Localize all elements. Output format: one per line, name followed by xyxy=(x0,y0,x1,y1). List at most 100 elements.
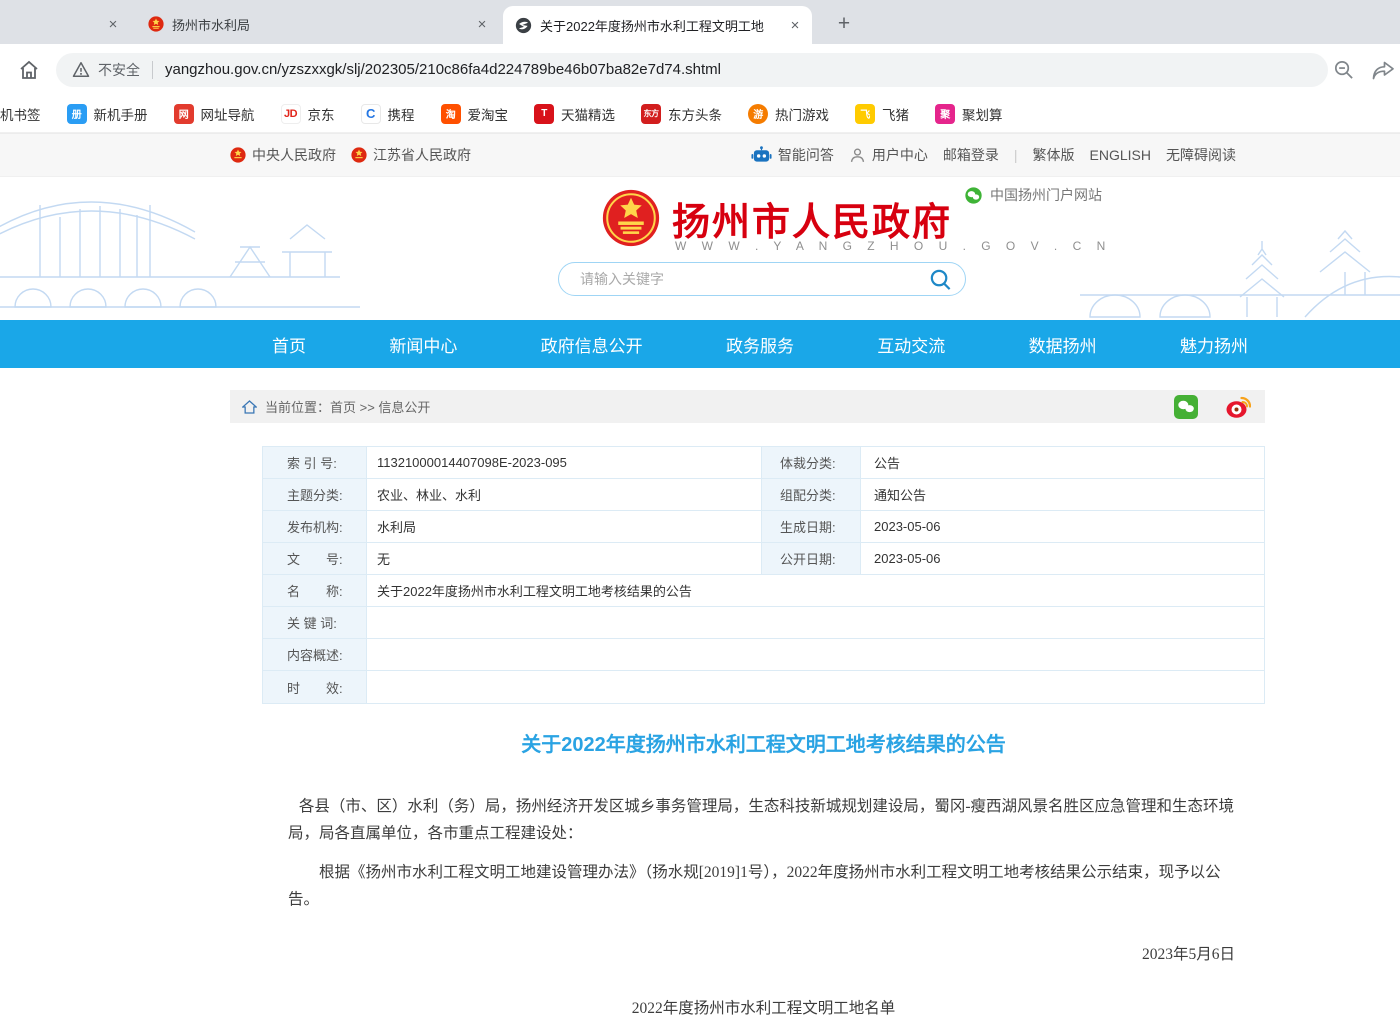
bookmark-juhuasuan[interactable]: 聚聚划算 xyxy=(935,104,1003,124)
english-version-link[interactable]: ENGLISH xyxy=(1090,147,1151,163)
meta-value-issuer: 水利局 xyxy=(367,511,761,542)
user-icon xyxy=(849,147,866,164)
tab-close-icon[interactable]: × xyxy=(786,16,804,34)
nav-news[interactable]: 新闻中心 xyxy=(389,332,457,357)
taobao-icon: 淘 xyxy=(441,104,461,124)
meta-label: 公开日期: xyxy=(761,543,861,574)
meta-value-doc-number: 无 xyxy=(367,543,761,574)
nav-data-yangzhou[interactable]: 数据扬州 xyxy=(1029,332,1097,357)
home-icon[interactable] xyxy=(12,53,46,87)
breadcrumb: 当前位置：首页 >> 信息公开 xyxy=(230,390,1265,423)
tab-close-icon[interactable]: × xyxy=(473,15,491,33)
bookmark-mobile[interactable]: 机书签 xyxy=(0,104,41,124)
bookmark-label: 飞猪 xyxy=(882,104,909,124)
tab-active-notice[interactable]: 关于2022年度扬州市水利工程文明工地 × xyxy=(503,6,812,44)
bookmark-tmall[interactable]: T天猫精选 xyxy=(534,104,615,124)
link-label: 中央人民政府 xyxy=(252,145,336,165)
link-label: 繁体版 xyxy=(1033,145,1075,165)
bookmark-dftt[interactable]: 东方东方头条 xyxy=(641,104,722,124)
ctrip-icon: C xyxy=(361,104,381,124)
not-secure-warning-icon[interactable] xyxy=(72,61,90,78)
meta-value-genre: 公告 xyxy=(861,447,1264,478)
bookmark-manual[interactable]: 册新机手册 xyxy=(67,104,148,124)
bookmark-jd[interactable]: JD京东 xyxy=(281,104,335,124)
wechat-portal-icon xyxy=(965,187,982,204)
link-label: 智能问答 xyxy=(778,145,834,165)
nav-charming-yangzhou[interactable]: 魅力扬州 xyxy=(1180,332,1248,357)
table-row: 名 称: 关于2022年度扬州市水利工程文明工地考核结果的公告 xyxy=(263,575,1264,607)
browser-tab-bar: × 扬州市水利局 × 关于2022年度扬州市水利工程文明工地 × + xyxy=(0,0,1400,44)
weibo-share-icon[interactable] xyxy=(1225,395,1251,419)
bookmark-ctrip[interactable]: C携程 xyxy=(361,104,415,124)
bookmark-site-nav[interactable]: 网网址导航 xyxy=(174,104,255,124)
site-domain: W W W . Y A N G Z H O U . G O V . C N xyxy=(675,239,1111,253)
table-row: 发布机构: 水利局 生成日期: 2023-05-06 xyxy=(263,511,1264,543)
page-url[interactable]: yangzhou.gov.cn/yzszxxgk/slj/202305/210c… xyxy=(165,61,721,78)
breadcrumb-text[interactable]: 当前位置：首页 >> 信息公开 xyxy=(265,397,430,416)
mail-login-link[interactable]: 邮箱登录 xyxy=(943,145,999,165)
table-row: 主题分类: 农业、林业、水利 组配分类: 通知公告 xyxy=(263,479,1264,511)
tab-title: 扬州市水利局 xyxy=(172,15,465,34)
tab-close-icon[interactable]: × xyxy=(104,15,122,33)
meta-value-validity xyxy=(367,671,1264,703)
meta-label: 体裁分类: xyxy=(761,447,861,478)
wechat-share-icon[interactable] xyxy=(1174,395,1198,419)
site-header-banner: 扬州市人民政府 W W W . Y A N G Z H O U . G O V … xyxy=(0,177,1400,320)
meta-label: 名 称: xyxy=(263,575,367,606)
article-body: 关于2022年度扬州市水利工程文明工地考核结果的公告 各县（市、区）水利（务）局… xyxy=(262,728,1265,1018)
bookmark-label: 新机手册 xyxy=(94,104,148,124)
breadcrumb-home-icon[interactable] xyxy=(242,400,257,414)
bookmark-fliggy[interactable]: 飞飞猪 xyxy=(855,104,909,124)
user-center-link[interactable]: 用户中心 xyxy=(849,145,928,165)
meta-label: 内容概述: xyxy=(263,639,367,670)
nav-interaction[interactable]: 互动交流 xyxy=(877,332,945,357)
article-title: 关于2022年度扬州市水利工程文明工地考核结果的公告 xyxy=(262,728,1265,757)
meta-value-created-date: 2023-05-06 xyxy=(861,511,1264,542)
link-jiangsu-gov[interactable]: 江苏省人民政府 xyxy=(351,145,471,165)
nav-services[interactable]: 政务服务 xyxy=(726,332,794,357)
jd-icon: JD xyxy=(281,104,301,124)
share-icon[interactable] xyxy=(1371,59,1396,81)
site-favicon xyxy=(515,17,532,34)
search-input[interactable] xyxy=(580,271,925,287)
bookmarks-bar: 机书签 册新机手册 网网址导航 JD京东 C携程 淘爱淘宝 T天猫精选 东方东方… xyxy=(0,95,1400,133)
tab-shuiliju[interactable]: 扬州市水利局 × xyxy=(132,6,501,42)
juhuasuan-icon: 聚 xyxy=(935,104,955,124)
main-navigation: 首页 新闻中心 政府信息公开 政务服务 互动交流 数据扬州 魅力扬州 xyxy=(0,320,1400,368)
accessibility-link[interactable]: 无障碍阅读 xyxy=(1166,145,1236,165)
bookmark-label: 热门游戏 xyxy=(775,104,829,124)
bookmark-aitaobao[interactable]: 淘爱淘宝 xyxy=(441,104,509,124)
page-content: 当前位置：首页 >> 信息公开 索 引 号: 11321000014407098… xyxy=(0,368,1400,997)
link-central-gov[interactable]: 中央人民政府 xyxy=(230,145,336,165)
fliggy-icon: 飞 xyxy=(855,104,875,124)
document-meta-table: 索 引 号: 11321000014407098E-2023-095 体裁分类:… xyxy=(262,446,1265,704)
meta-label: 发布机构: xyxy=(263,511,367,542)
article-list-title: 2022年度扬州市水利工程文明工地名单 xyxy=(262,996,1265,1018)
zoom-out-icon[interactable] xyxy=(1332,58,1355,81)
tmall-icon: T xyxy=(534,104,554,124)
divider: | xyxy=(1014,147,1018,163)
smart-qa-link[interactable]: 智能问答 xyxy=(751,145,834,165)
new-tab-button[interactable]: + xyxy=(830,10,858,38)
nav-info-disclosure[interactable]: 政府信息公开 xyxy=(541,332,643,357)
manual-icon: 册 xyxy=(67,104,87,124)
meta-label: 组配分类: xyxy=(761,479,861,510)
meta-value-keywords xyxy=(367,607,1264,638)
bookmark-label: 爱淘宝 xyxy=(468,104,509,124)
traditional-version-link[interactable]: 繁体版 xyxy=(1033,145,1075,165)
gov-emblem-favicon xyxy=(148,16,164,32)
table-row: 文 号: 无 公开日期: 2023-05-06 xyxy=(263,543,1264,575)
bookmark-label: 东方头条 xyxy=(668,104,722,124)
bookmark-games[interactable]: 游热门游戏 xyxy=(748,104,829,124)
bookmark-label: 聚划算 xyxy=(962,104,1003,124)
tab-partial[interactable]: × xyxy=(0,6,130,42)
table-row: 内容概述: xyxy=(263,639,1264,671)
url-field[interactable]: 不安全 yangzhou.gov.cn/yzszxxgk/slj/202305/… xyxy=(56,53,1328,87)
search-icon[interactable] xyxy=(925,264,955,294)
meta-value-title: 关于2022年度扬州市水利工程文明工地考核结果的公告 xyxy=(367,575,1264,606)
portal-link[interactable]: 中国扬州门户网站 xyxy=(965,185,1102,205)
nav-home[interactable]: 首页 xyxy=(272,332,306,357)
meta-value-category: 通知公告 xyxy=(861,479,1264,510)
link-label: 邮箱登录 xyxy=(943,145,999,165)
meta-value-topic: 农业、林业、水利 xyxy=(367,479,761,510)
